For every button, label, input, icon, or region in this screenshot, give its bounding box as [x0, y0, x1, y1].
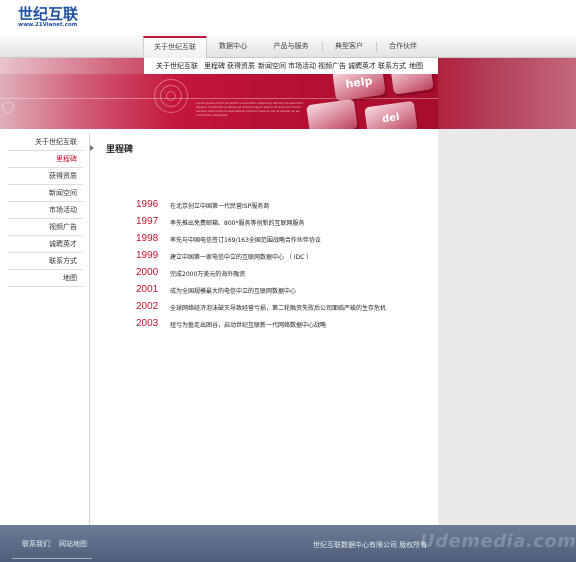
watermark-logo: Udemedia.com	[420, 531, 576, 552]
sidebar-item-map[interactable]: 地图	[8, 270, 83, 287]
keyboard-key-icon	[390, 74, 434, 95]
milestone-year: 2000	[136, 267, 159, 278]
milestone-event: 完成2000万美元的海外融资	[170, 271, 246, 278]
milestone-year: 1999	[136, 250, 159, 261]
milestone-event: 率先推出免费邮箱、800*服务等创新的互联网服务	[170, 220, 305, 227]
sidebar-item-about[interactable]: 关于世纪互联	[8, 134, 83, 151]
banner-caption: Lorem ipsum dolor sit amet consectetur a…	[196, 101, 303, 117]
nav-divider	[376, 42, 377, 52]
header: 世纪互联 www.21Vianet.com	[0, 0, 576, 36]
logo-name: 世纪互联	[18, 5, 79, 23]
subnav-item-map[interactable]: 地图	[409, 61, 423, 71]
sidebar-item-video[interactable]: 视频广告	[8, 219, 83, 236]
milestone-year: 1998	[136, 233, 159, 244]
arrow-right-icon	[90, 145, 94, 151]
tab-partners[interactable]: 合作伙伴	[380, 36, 426, 58]
subnav-item-about[interactable]: 关于世纪互联	[156, 61, 198, 71]
tab-products[interactable]: 产品与服务	[262, 36, 320, 58]
decorative-ring	[2, 101, 14, 113]
milestone-year: 1996	[136, 199, 159, 210]
tab-customers[interactable]: 典型客户	[326, 36, 372, 58]
nav-divider	[322, 42, 323, 52]
sidebar-item-jobs[interactable]: 诚聘英才	[8, 236, 83, 253]
milestone-year: 2003	[136, 318, 159, 329]
milestone-event: 建立中国第一家电信中立的互联网数据中心 （ IDC ）	[170, 254, 313, 261]
milestone-event: 率先与中国电信签订169/163全国范围战略合作伙伴协议	[170, 237, 321, 244]
subnav-item-video[interactable]: 视频广告	[318, 61, 346, 71]
subnav-item-news[interactable]: 新闻空间	[258, 61, 286, 71]
footer: 联系我们 网站地图 世纪互联数据中心有限公司 版权所有 Udemedia.com	[0, 525, 576, 562]
keyboard-key-icon	[306, 98, 358, 129]
sidebar-item-events[interactable]: 市场活动	[8, 202, 83, 219]
del-key-icon: del	[364, 100, 418, 129]
footer-underline	[12, 558, 92, 559]
milestone-event: 全球网络经济泡沫破灭导致经营亏损，第二轮融资失败后公司面临严峻的生存危机	[170, 305, 387, 312]
sidebar-item-news[interactable]: 新闻空间	[8, 185, 83, 202]
sidebar-item-contact[interactable]: 联系方式	[8, 253, 83, 270]
hero-banner: Lorem ipsum dolor sit amet consectetur a…	[0, 74, 438, 129]
decorative-ring	[166, 91, 176, 101]
sub-nav: 关于世纪互联 里程碑 获得资质 新闻空间 市场活动 视频广告 诚聘英才 联系方式…	[144, 58, 438, 74]
subnav-item-jobs[interactable]: 诚聘英才	[348, 61, 376, 71]
main-nav: 关于世纪互联 数据中心 产品与服务 典型客户 合作伙伴	[0, 36, 576, 58]
milestone-event: 成为全国规模最大的电信中立的互联网数据中心	[170, 288, 297, 295]
sidebar-item-qualifications[interactable]: 获得资质	[8, 168, 83, 185]
footer-link-sitemap[interactable]: 网站地图	[59, 539, 87, 549]
banner-strip-right	[438, 58, 576, 129]
subnav-item-events[interactable]: 市场活动	[288, 61, 316, 71]
milestone-event: 扭亏为盈走出困谷，启动世纪互联新一代网络数据中心战略	[170, 322, 327, 329]
tab-datacenter[interactable]: 数据中心	[210, 36, 256, 58]
banner-strip-left	[0, 58, 144, 74]
page-title: 里程碑	[106, 145, 134, 155]
sidebar-divider	[89, 133, 90, 525]
subnav-item-contact[interactable]: 联系方式	[378, 61, 406, 71]
logo-url: www.21Vianet.com	[18, 22, 78, 28]
milestone-year: 2001	[136, 284, 159, 295]
logo[interactable]: 世纪互联 www.21Vianet.com	[18, 6, 78, 29]
sidebar-item-milestones[interactable]: 里程碑	[8, 151, 83, 168]
subnav-item-qualifications[interactable]: 获得资质	[227, 61, 255, 71]
footer-copyright: 世纪互联数据中心有限公司 版权所有	[313, 541, 428, 549]
subnav-item-milestones[interactable]: 里程碑	[204, 61, 225, 71]
milestone-year: 1997	[136, 216, 159, 227]
right-margin	[438, 129, 576, 525]
milestone-year: 2002	[136, 301, 159, 312]
footer-link-contact[interactable]: 联系我们	[22, 539, 50, 549]
banner-line	[0, 98, 438, 99]
milestone-event: 在北京创立中国第一代民营ISP服务商	[170, 203, 270, 210]
tab-about[interactable]: 关于世纪互联	[143, 36, 207, 58]
